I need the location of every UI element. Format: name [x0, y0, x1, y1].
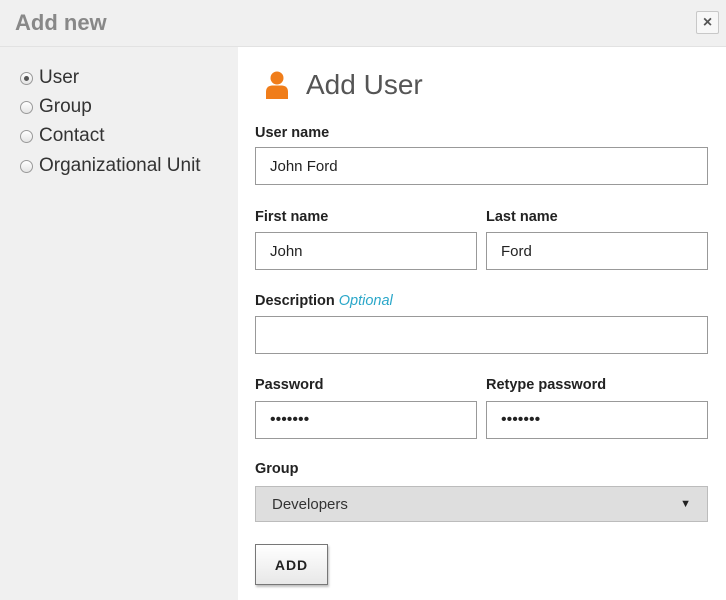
dialog-header: Add new × [0, 0, 726, 47]
radio-label: Organizational Unit [39, 155, 201, 176]
first-name-label: First name [255, 209, 329, 225]
username-label: User name [255, 125, 330, 141]
add-button[interactable]: ADD [255, 544, 328, 585]
radio-button-contact[interactable] [20, 129, 33, 143]
retype-password-label: Retype password [486, 377, 607, 393]
dropdown-arrow-icon: ▼ [680, 498, 691, 510]
user-icon [266, 71, 288, 99]
radio-label: User [39, 67, 80, 88]
group-select-value: Developers [272, 495, 348, 513]
radio-button-user[interactable] [20, 71, 33, 85]
radio-label: Contact [39, 125, 105, 146]
radio-button-organizational-unit[interactable] [20, 159, 33, 173]
description-label: Description Optional [255, 293, 393, 309]
close-icon: × [702, 13, 713, 31]
type-selector: User Group Contact Organizational Unit [0, 47, 238, 600]
optional-hint: Optional [338, 293, 393, 309]
group-select[interactable]: Developers ▼ [255, 486, 708, 522]
radio-option-user[interactable]: User [20, 66, 79, 90]
add-new-dialog: Add new × User Group Contact Organizatio… [0, 0, 726, 600]
close-button[interactable]: × [696, 11, 719, 34]
last-name-label: Last name [486, 209, 558, 225]
description-label-text: Description [255, 293, 335, 309]
password-input[interactable] [255, 401, 477, 439]
dialog-title: Add new [15, 10, 107, 35]
radio-button-group[interactable] [20, 100, 33, 114]
last-name-input[interactable] [486, 232, 708, 270]
page-title: Add User [306, 69, 423, 100]
retype-password-input[interactable] [486, 401, 708, 439]
username-input[interactable] [255, 147, 708, 185]
group-label: Group [255, 461, 299, 477]
description-input[interactable] [255, 316, 708, 354]
radio-option-organizational-unit[interactable]: Organizational Unit [20, 154, 201, 178]
add-user-panel: Add User User name First name Last name … [238, 47, 726, 600]
radio-option-group[interactable]: Group [20, 95, 92, 119]
password-label: Password [255, 377, 324, 393]
panel-title: Add User [266, 68, 423, 102]
radio-label: Group [39, 96, 92, 117]
first-name-input[interactable] [255, 232, 477, 270]
radio-option-contact[interactable]: Contact [20, 124, 104, 148]
